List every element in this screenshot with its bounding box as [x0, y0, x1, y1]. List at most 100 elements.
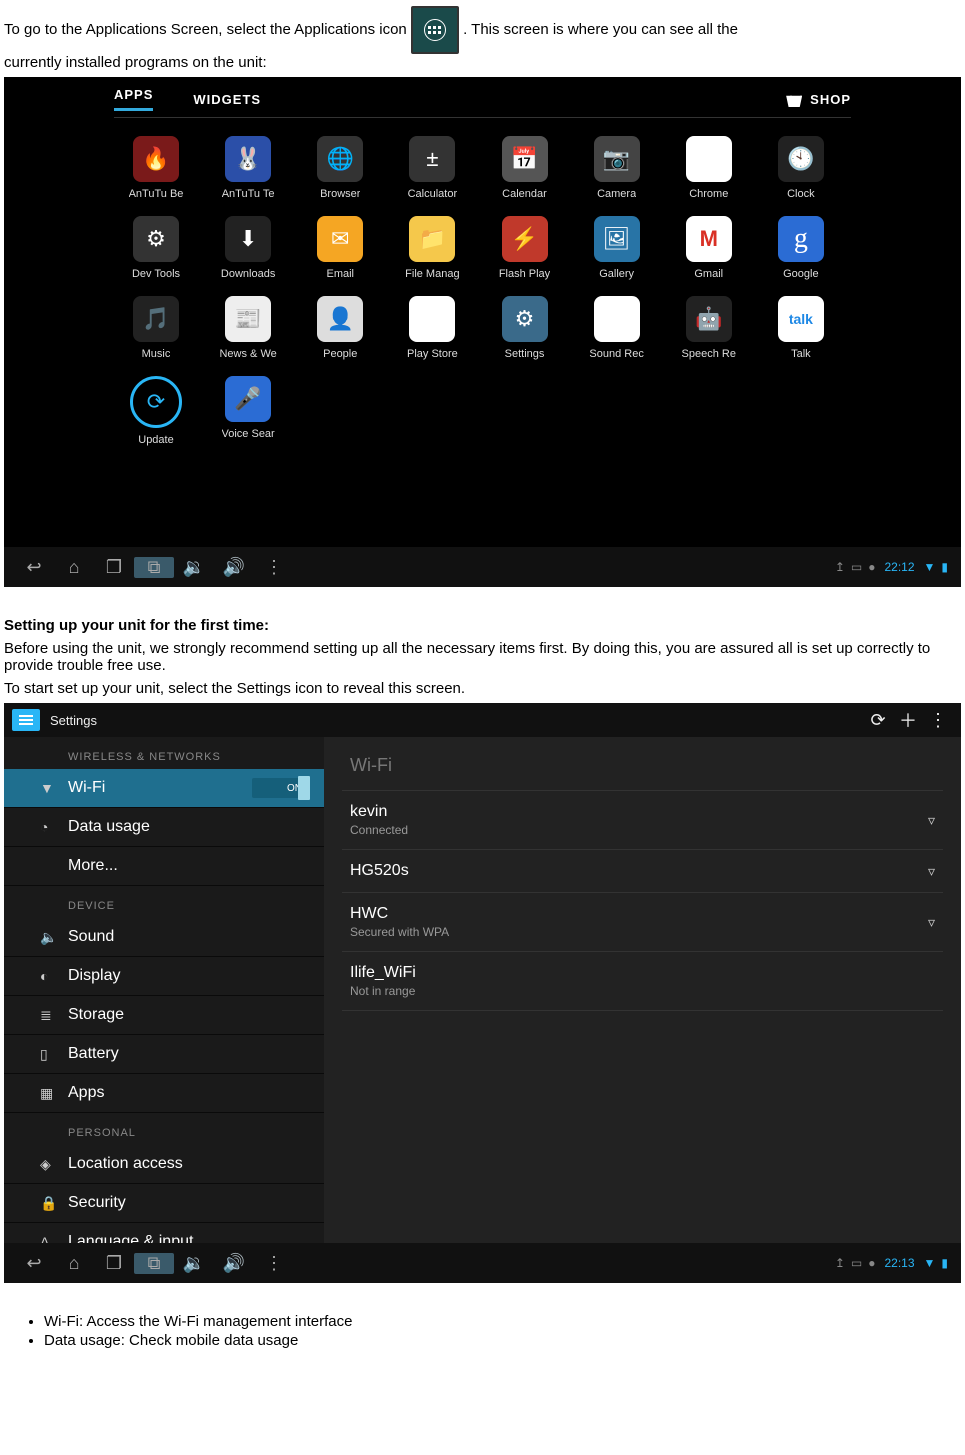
- app-icon: 🖼: [594, 216, 640, 262]
- app-music[interactable]: 🎵Music: [114, 296, 198, 360]
- sidebar-item-language[interactable]: ALanguage & input: [4, 1223, 324, 1243]
- app-update[interactable]: ⟳Update: [114, 376, 198, 446]
- sidebar-label-wifi: Wi-Fi: [68, 779, 105, 797]
- section-p2: To start set up your unit, select the Se…: [4, 680, 961, 697]
- volume-up-button[interactable]: 🔊: [214, 557, 254, 578]
- app-antutu-te[interactable]: 🐰AnTuTu Te: [206, 136, 290, 200]
- app-label: Voice Sear: [222, 428, 275, 440]
- intro-text-1: To go to the Applications Screen, select…: [4, 21, 411, 38]
- app-icon: 📰: [225, 296, 271, 342]
- app-grid: 🔥AnTuTu Be🐰AnTuTu Te🌐Browser±Calculator📅…: [4, 136, 961, 446]
- app-browser[interactable]: 🌐Browser: [298, 136, 382, 200]
- app-label: Sound Rec: [589, 348, 643, 360]
- sidebar-item-location[interactable]: ◈Location access: [4, 1145, 324, 1184]
- battery-row-icon: ▯: [40, 1046, 48, 1063]
- app-news-we[interactable]: 📰 News & We: [206, 296, 290, 360]
- volume-down-button[interactable]: 🔉: [174, 557, 214, 578]
- app-camera[interactable]: 📷Camera: [575, 136, 659, 200]
- app-calendar[interactable]: 📅Calendar: [483, 136, 567, 200]
- shop-button[interactable]: SHOP: [786, 91, 851, 107]
- settings-sidebar: WIRELESS & NETWORKS ▼ Wi-Fi ON ◔Data usa…: [4, 737, 324, 1243]
- app-icon: g: [778, 216, 824, 262]
- app-downloads[interactable]: ⬇Downloads: [206, 216, 290, 280]
- menu-button-2[interactable]: ⋮: [254, 1253, 294, 1274]
- app-label: News & We: [219, 348, 276, 360]
- app-icon: 📷: [594, 136, 640, 182]
- app-talk[interactable]: talkTalk: [759, 296, 843, 360]
- sidebar-item-display[interactable]: ◐Display: [4, 957, 324, 996]
- app-play-store[interactable]: ▶Play Store: [390, 296, 474, 360]
- app-label: Speech Re: [682, 348, 736, 360]
- app-sound-rec[interactable]: 🎙Sound Rec: [575, 296, 659, 360]
- sidebar-item-wifi[interactable]: ▼ Wi-Fi ON: [4, 769, 324, 808]
- signal-icon: ▿: [928, 863, 935, 880]
- app-icon: ⬇: [225, 216, 271, 262]
- sidebar-item-sound[interactable]: 🔈Sound: [4, 918, 324, 957]
- sidebar-label-location: Location access: [68, 1155, 183, 1173]
- detail-header: Wi-Fi: [342, 737, 943, 791]
- settings-detail-pane: Wi-Fi kevinConnected▿HG520s▿HWCSecured w…: [324, 737, 961, 1243]
- sidebar-header-personal: PERSONAL: [4, 1113, 324, 1145]
- recent-button[interactable]: ❐: [94, 557, 134, 578]
- app-clock[interactable]: 🕙Clock: [759, 136, 843, 200]
- display-icon: ◐: [40, 968, 48, 984]
- app-label: Play Store: [407, 348, 458, 360]
- app-label: Music: [142, 348, 171, 360]
- wifi-network-ilife-wifi[interactable]: Ilife_WiFiNot in range: [342, 952, 943, 1011]
- wifi-network-kevin[interactable]: kevinConnected▿: [342, 791, 943, 850]
- app-gmail[interactable]: MGmail: [667, 216, 751, 280]
- status-clock: 22:12: [884, 560, 914, 574]
- screenshot-button[interactable]: ⧉: [134, 557, 174, 578]
- app-icon: M: [686, 216, 732, 262]
- back-button[interactable]: ↩: [14, 557, 54, 578]
- sidebar-item-apps[interactable]: ▦Apps: [4, 1074, 324, 1113]
- refresh-scan-button[interactable]: ⟳: [863, 710, 893, 731]
- storage-icon: ≣: [40, 1007, 52, 1024]
- tab-widgets[interactable]: WIDGETS: [193, 92, 261, 107]
- sidebar-item-battery[interactable]: ▯Battery: [4, 1035, 324, 1074]
- app-voice-sear[interactable]: 🎤Voice Sear: [206, 376, 290, 446]
- app-google[interactable]: g Google: [759, 216, 843, 280]
- bullet-data-usage: Data usage: Check mobile data usage: [44, 1332, 961, 1349]
- tab-apps[interactable]: APPS: [114, 87, 153, 111]
- menu-button[interactable]: ⋮: [254, 557, 294, 578]
- network-status: Not in range: [350, 984, 935, 998]
- app-label: Dev Tools: [132, 268, 180, 280]
- recent-button-2[interactable]: ❐: [94, 1253, 134, 1274]
- sidebar-item-security[interactable]: 🔒Security: [4, 1184, 324, 1223]
- app-calculator[interactable]: ±Calculator: [390, 136, 474, 200]
- wifi-network-hwc[interactable]: HWCSecured with WPA▿: [342, 893, 943, 952]
- app-icon: ⚙: [133, 216, 179, 262]
- wifi-icon-2: ▼: [924, 1256, 936, 1270]
- volume-down-button-2[interactable]: 🔉: [174, 1253, 214, 1274]
- back-button-2[interactable]: ↩: [14, 1253, 54, 1274]
- app-antutu-be[interactable]: 🔥AnTuTu Be: [114, 136, 198, 200]
- app-label: Google: [783, 268, 818, 280]
- app-speech-re[interactable]: 🤖Speech Re: [667, 296, 751, 360]
- app-settings[interactable]: ⚙Settings: [483, 296, 567, 360]
- home-button[interactable]: ⌂: [54, 557, 94, 578]
- screenshot-button-2[interactable]: ⧉: [134, 1253, 174, 1274]
- sidebar-item-data-usage[interactable]: ◔Data usage: [4, 808, 324, 847]
- wifi-network-hg520s[interactable]: HG520s▿: [342, 850, 943, 893]
- app-people[interactable]: 👤People: [298, 296, 382, 360]
- volume-up-button-2[interactable]: 🔊: [214, 1253, 254, 1274]
- home-button-2[interactable]: ⌂: [54, 1253, 94, 1274]
- app-flash-play[interactable]: ⚡Flash Play: [483, 216, 567, 280]
- overflow-menu-button[interactable]: ⋮: [923, 710, 953, 731]
- app-gallery[interactable]: 🖼Gallery: [575, 216, 659, 280]
- network-status: Secured with WPA: [350, 925, 928, 939]
- add-network-button[interactable]: ＋: [893, 707, 923, 733]
- settings-app-icon: [12, 709, 40, 731]
- sidebar-label-sound: Sound: [68, 928, 114, 946]
- network-status: Connected: [350, 823, 928, 837]
- sidebar-item-more[interactable]: More...: [4, 847, 324, 886]
- sidebar-item-storage[interactable]: ≣Storage: [4, 996, 324, 1035]
- app-file-manag[interactable]: 📁File Manag: [390, 216, 474, 280]
- wifi-toggle[interactable]: ON: [252, 778, 308, 798]
- sidebar-header-wireless: WIRELESS & NETWORKS: [4, 737, 324, 769]
- app-dev-tools[interactable]: ⚙ Dev Tools: [114, 216, 198, 280]
- upload-icon-2: ↥: [835, 1256, 845, 1270]
- app-chrome[interactable]: ◉Chrome: [667, 136, 751, 200]
- app-email[interactable]: ✉Email: [298, 216, 382, 280]
